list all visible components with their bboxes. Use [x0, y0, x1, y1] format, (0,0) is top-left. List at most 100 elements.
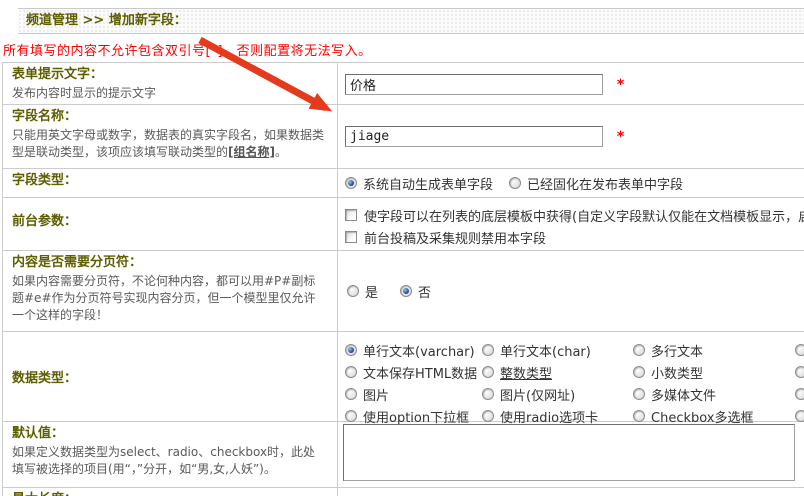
- datatype-option[interactable]: 小数类型: [633, 361, 795, 383]
- radio-icon[interactable]: [482, 344, 494, 356]
- maxlength-label-cell: 最大长度：: [3, 488, 338, 496]
- datatype-option[interactable]: 多媒体文件: [633, 383, 795, 405]
- datatype-option[interactable]: 单行文本(char): [482, 339, 633, 361]
- default-label: 默认值：: [12, 426, 65, 441]
- fieldname-label: 字段名称：: [12, 109, 78, 124]
- pagebreak-label-cell: 内容是否需要分页符： 如果内容需要分页符，不论何种内容，都可以用#P#副标题#e…: [3, 251, 338, 331]
- radio-icon[interactable]: [795, 344, 804, 356]
- radio-icon[interactable]: [795, 366, 804, 378]
- form-row-datatype: 数据类型： 单行文本(varchar) 单行文本(char) 多行文本 文本保存…: [3, 332, 804, 426]
- form-row-default: 默认值： 如果定义数据类型为select、radio、checkbox时，此处填…: [3, 422, 804, 488]
- option-label: 使字段可以在列表的底层模板中获得(自定义字段默认仅能在文档模板显示，启用此: [364, 209, 804, 225]
- default-label-cell: 默认值： 如果定义数据类型为select、radio、checkbox时，此处填…: [3, 422, 338, 487]
- datatype-options-grid: 单行文本(varchar) 单行文本(char) 多行文本 文本保存HTML数据…: [345, 332, 804, 427]
- form-row-pagebreak: 内容是否需要分页符： 如果内容需要分页符，不论何种内容，都可以用#P#副标题#e…: [3, 251, 804, 332]
- datatype-option[interactable]: 图片(仅网址): [482, 383, 633, 405]
- radio-icon[interactable]: [347, 285, 359, 297]
- radio-icon[interactable]: [509, 177, 522, 189]
- radio-icon[interactable]: [345, 410, 357, 422]
- frontparams-options-cell: 使字段可以在列表的底层模板中获得(自定义字段默认仅能在文档模板显示，启用此 前台…: [338, 198, 804, 250]
- form-row-fieldname: 字段名称： 只能用英文字母或数字，数据表的真实字段名，如果数据类型是联动类型，该…: [3, 105, 804, 169]
- default-value-textarea[interactable]: [343, 424, 795, 481]
- radio-selected-icon[interactable]: [400, 285, 413, 297]
- prompt-text-input[interactable]: [345, 74, 603, 95]
- radio-icon[interactable]: [482, 410, 494, 422]
- checkbox-icon[interactable]: [345, 209, 357, 221]
- radio-icon[interactable]: [633, 388, 645, 400]
- radio-icon[interactable]: [482, 388, 494, 400]
- radio-selected-icon[interactable]: [345, 344, 357, 356]
- radio-icon[interactable]: [795, 410, 804, 422]
- fieldtype-label-cell: 字段类型：: [3, 169, 338, 197]
- required-asterisk: *: [616, 76, 625, 93]
- option-label: 图片: [363, 388, 390, 404]
- fieldname-text-input[interactable]: [345, 126, 603, 147]
- datatype-option[interactable]: 多行文本: [633, 339, 795, 361]
- required-asterisk: *: [616, 128, 625, 145]
- add-field-form: 表单提示文字： 发布内容时显示的提示文字 * 字段名称： 只能用英文字母或数字，…: [2, 62, 804, 496]
- pagebreak-options-cell: 是 否: [338, 251, 804, 331]
- datatype-options-cell: 单行文本(varchar) 单行文本(char) 多行文本 文本保存HTML数据…: [338, 332, 804, 426]
- pagebreak-option-yes[interactable]: 是: [347, 282, 378, 301]
- form-row-frontparams: 前台参数： 使字段可以在列表的底层模板中获得(自定义字段默认仅能在文档模板显示，…: [3, 198, 804, 251]
- datatype-option[interactable]: [795, 339, 804, 361]
- datatype-option[interactable]: 图片: [345, 383, 482, 405]
- radio-icon[interactable]: [633, 366, 645, 378]
- option-label: 单行文本(char): [500, 344, 591, 360]
- datatype-option[interactable]: 文本保存HTML数据: [345, 361, 482, 383]
- frontparams-checkbox-listtpl[interactable]: 使字段可以在列表的底层模板中获得(自定义字段默认仅能在文档模板显示，启用此: [345, 204, 804, 226]
- fieldname-label-cell: 字段名称： 只能用英文字母或数字，数据表的真实字段名，如果数据类型是联动类型，该…: [3, 105, 338, 168]
- fieldtype-option-fixed[interactable]: 已经固化在发布表单中字段: [509, 174, 683, 193]
- datatype-label: 数据类型：: [12, 370, 78, 386]
- radio-icon[interactable]: [482, 366, 494, 378]
- option-label: 已经固化在发布表单中字段: [527, 177, 684, 193]
- page: 频道管理 >> 增加新字段： 所有填写的内容不允许包含双引号["]，否则配置将无…: [0, 0, 804, 496]
- default-input-cell: [338, 422, 804, 487]
- radio-icon[interactable]: [345, 388, 357, 400]
- option-label: 单行文本(varchar): [363, 344, 475, 360]
- group-name-link[interactable]: [组名称]: [228, 145, 275, 159]
- radio-icon[interactable]: [345, 366, 357, 378]
- radio-icon[interactable]: [633, 410, 645, 422]
- option-label: 前台投稿及采集规则禁用本字段: [364, 231, 547, 247]
- prompt-label: 表单提示文字：: [12, 67, 104, 82]
- datatype-option[interactable]: 整数类型: [482, 361, 633, 383]
- option-label: 文本保存HTML数据: [363, 366, 478, 382]
- form-row-prompt: 表单提示文字： 发布内容时显示的提示文字 *: [3, 63, 804, 105]
- datatype-option[interactable]: 单行文本(varchar): [345, 339, 482, 361]
- frontparams-checkbox-disable[interactable]: 前台投稿及采集规则禁用本字段: [345, 226, 804, 248]
- option-label: 多行文本: [651, 344, 704, 360]
- prompt-label-cell: 表单提示文字： 发布内容时显示的提示文字: [3, 63, 338, 104]
- fieldtype-label: 字段类型：: [12, 173, 78, 188]
- pagebreak-desc: 如果内容需要分页符，不论何种内容，都可以用#P#副标题#e#作为分页符号实现内容…: [12, 274, 316, 322]
- option-label: 小数类型: [651, 366, 704, 382]
- form-row-maxlength: 最大长度：: [3, 488, 804, 496]
- maxlength-input-cell: [338, 488, 804, 496]
- datatype-label-cell: 数据类型：: [3, 332, 338, 421]
- breadcrumb-text: 频道管理 >> 增加新字段：: [26, 13, 187, 28]
- fieldtype-option-auto[interactable]: 系统自动生成表单字段: [345, 174, 493, 193]
- datatype-option[interactable]: [795, 383, 804, 405]
- option-label: 多媒体文件: [651, 388, 717, 404]
- fieldname-desc-tail: 。: [275, 145, 288, 159]
- default-desc: 如果定义数据类型为select、radio、checkbox时，此处填写被选择的…: [12, 445, 316, 476]
- fieldtype-options-cell: 系统自动生成表单字段 已经固化在发布表单中字段: [338, 169, 804, 197]
- option-label: 整数类型: [500, 366, 553, 382]
- breadcrumb: 频道管理 >> 增加新字段：: [18, 8, 804, 34]
- radio-icon[interactable]: [633, 344, 645, 356]
- pagebreak-option-no[interactable]: 否: [400, 282, 431, 301]
- fieldname-input-cell: *: [338, 105, 804, 168]
- pagebreak-label: 内容是否需要分页符：: [12, 255, 143, 270]
- form-row-fieldtype: 字段类型： 系统自动生成表单字段 已经固化在发布表单中字段: [3, 169, 804, 198]
- radio-selected-icon[interactable]: [345, 177, 357, 189]
- radio-icon[interactable]: [795, 388, 804, 400]
- datatype-option[interactable]: [795, 361, 804, 383]
- frontparams-label: 前台参数：: [12, 214, 78, 229]
- option-label: 图片(仅网址): [500, 388, 576, 404]
- option-label: 否: [418, 285, 432, 301]
- frontparams-label-cell: 前台参数：: [3, 198, 338, 250]
- option-label: 是: [365, 285, 379, 301]
- warning-text: 所有填写的内容不允许包含双引号["]，否则配置将无法写入。: [3, 44, 372, 59]
- checkbox-icon[interactable]: [345, 231, 357, 243]
- prompt-desc: 发布内容时显示的提示文字: [12, 86, 157, 100]
